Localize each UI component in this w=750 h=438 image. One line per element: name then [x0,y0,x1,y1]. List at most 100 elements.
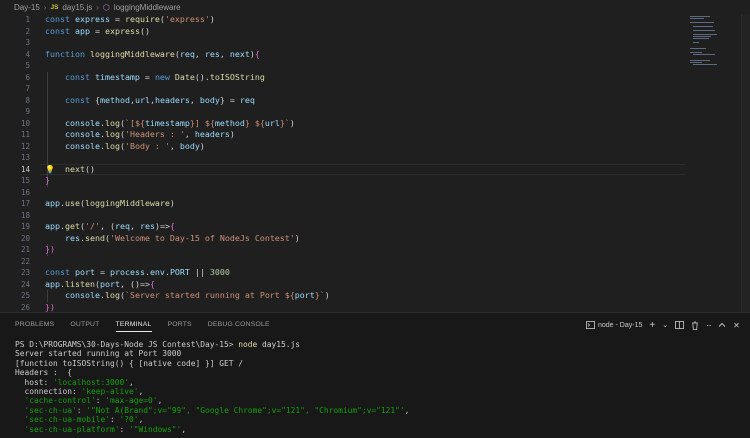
terminal-text: 'cache-control' [24,396,96,406]
terminal-line: 'sec-ch-ua-mobile': '?0', [15,415,740,424]
code-token: }` [314,290,325,300]
maximize-panel-icon[interactable] [718,321,726,329]
minimap[interactable] [688,14,738,74]
code-token: app [45,198,60,208]
line-number: 9 [25,107,30,116]
line-number: 18 [20,210,30,220]
code-token: url [264,117,280,128]
code-line: const timestamp = new Date().toISOString [45,72,265,84]
code-token: res [204,48,220,59]
terminal-line: connection: 'keep-alive', [15,387,740,396]
terminal-text: host: [15,377,54,387]
trash-icon[interactable] [691,321,699,330]
code-line: app.get('/', (req, res)=>{ [45,221,175,233]
code-line: app.listen(port, ()=>{ [45,279,155,291]
code-token: process [109,267,145,277]
terminal-text: 'sec-ch-ua' [24,405,77,415]
terminal-line: 'sec-ch-ua': '"Not A(Brand";v="99", "Goo… [15,406,740,415]
code-token: PORT [169,267,190,277]
code-token: port [294,290,315,300]
code-token: console [64,290,100,300]
code-token: = [89,25,105,36]
code-token: , [184,129,195,139]
tab-output[interactable]: OUTPUT [62,313,107,337]
code-token: require [124,14,160,24]
code-token: } = [219,94,240,105]
code-line: console.log(`[${timestamp}] ${method} ${… [45,118,295,130]
code-token: )=> [155,221,170,231]
code-token: function [45,48,90,59]
code-token: `Server started running at Port ${ [124,290,295,300]
code-token: express [104,25,140,36]
code-line: } [45,175,50,187]
line-number: 16 [20,187,30,197]
code-token: req [115,221,130,231]
code-token: app [74,25,90,36]
code-line: const express = require('express') [45,14,215,26]
tab-terminal[interactable]: TERMINAL [108,313,160,337]
terminal-output[interactable]: PS D:\PROGRAMS\30-Days-Node JS Contest\D… [15,340,740,434]
code-token: console [64,140,100,151]
code-token: const [64,71,95,82]
editor-scrollbar[interactable] [741,14,750,312]
code-token: }` [279,117,290,128]
code-token: (). [194,71,210,82]
line-number: 8 [25,95,30,105]
tab-debug-console[interactable]: DEBUG CONSOLE [200,313,278,337]
breadcrumb-file[interactable]: day15.js [62,3,92,12]
breadcrumb-folder[interactable]: Day-15 [14,3,40,12]
code-line: res.send('Welcome to Day-15 of NodeJs Co… [45,233,300,245]
tab-problems[interactable]: PROBLEMS [0,313,62,337]
new-terminal-plus-icon[interactable]: + [649,320,655,331]
terminal-text: connection: [15,386,82,396]
code-line: console.log('Headers : ', headers) [45,129,235,141]
code-token: headers [194,129,230,139]
close-icon[interactable]: ✕ [733,321,740,330]
terminal-session-selector[interactable]: node - Day-15 [586,321,642,329]
code-editor[interactable]: 1 2 3 4 5 6 7 8 9 10 11 12 13 14 15 16 17 18 19 20 21 22 23 24 2… [0,14,750,312]
code-token: , [189,94,200,105]
breadcrumb-symbol[interactable]: loggingMiddleware [114,3,181,12]
terminal-text: , [181,424,187,434]
line-number: 17 [20,199,30,208]
line-number: 11 [20,130,30,139]
terminal-text: '"Windows"' [129,424,182,434]
code-token: const [45,25,75,36]
line-number: 3 [25,38,30,47]
code-token: port [74,267,95,277]
code-token: `[${ [124,117,145,128]
terminal-icon [586,321,595,329]
code-token: loggingMiddleware [85,198,170,208]
line-number: 6 [25,72,30,82]
code-token: method [99,94,130,105]
code-token: ) [209,14,215,24]
terminal-text: , [404,405,410,415]
code-token: res [140,221,155,231]
split-terminal-icon[interactable] [675,321,684,329]
code-line: console.log('Body : ', body) [45,141,205,153]
more-actions-icon[interactable]: ··· [706,321,712,330]
terminal-text: , [138,415,144,425]
line-number: 7 [25,84,30,93]
line-number: 4 [25,49,30,59]
terminal-text: : [95,396,106,406]
code-token: , [169,140,180,151]
code-token: log [104,290,120,300]
code-token: res [64,232,80,243]
line-number: 19 [20,222,30,231]
code-token: , [130,221,140,231]
code-token: 'Headers : ' [124,129,185,139]
chevron-down-icon[interactable]: ⌄ [662,321,668,329]
code-token: () [139,25,150,36]
code-token: = [139,71,155,82]
line-number: 22 [20,256,30,266]
tab-ports[interactable]: PORTS [160,313,200,337]
line-number: 13 [20,153,30,162]
function-symbol-icon: ⬡ [102,2,110,12]
line-number: 24 [20,279,30,289]
